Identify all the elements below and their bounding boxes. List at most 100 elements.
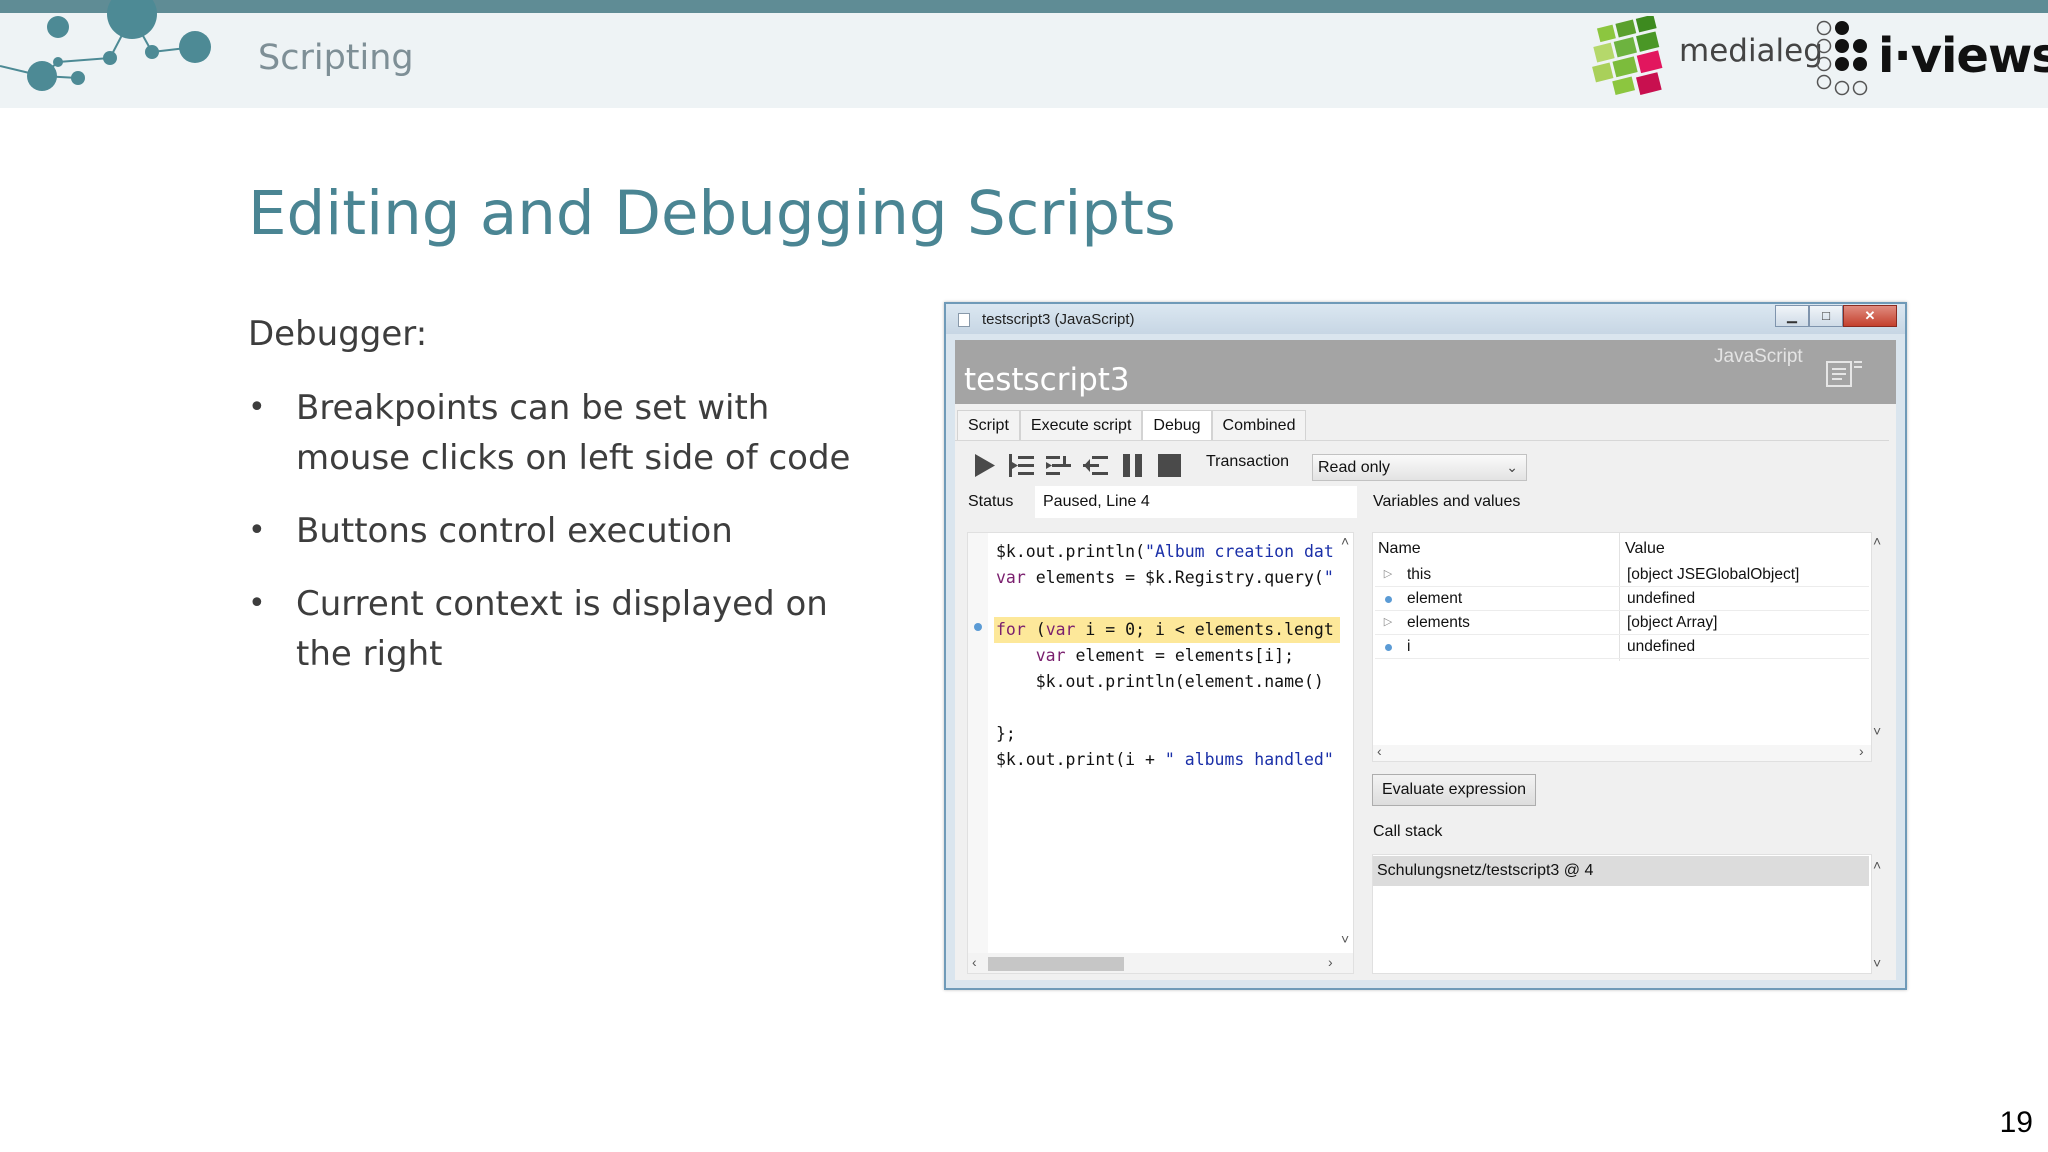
code-line: var element = elements[i]; [1035,646,1295,665]
code-line: var elements = $k.Registry.query(" [996,568,1334,587]
script-banner: testscript3 JavaScript [955,340,1896,404]
maximize-button[interactable]: □ [1809,305,1843,327]
scroll-left-icon[interactable]: ‹ [1377,743,1382,759]
bullet-text: Buttons control execution [296,511,733,551]
call-stack-label: Call stack [1373,823,1443,840]
iviews-brand: i·views [1878,28,2048,84]
scroll-left-icon[interactable]: ‹ [972,954,977,970]
code-line-current: for (var i = 0; i < elements.lengt [994,617,1340,643]
medialeg-brand: medialeg [1679,33,1823,69]
tab-combined[interactable]: Combined [1211,410,1307,441]
scroll-down-icon[interactable]: ˅ [1873,955,1881,971]
code-horizontal-scrollbar[interactable]: ‹ › [968,953,1353,973]
step-into-icon[interactable] [1006,451,1037,480]
variable-row[interactable]: i undefined [1375,635,1869,659]
window-titlebar[interactable]: testscript3 (JavaScript) ▁ □ ✕ [946,304,1905,334]
variable-name: element [1407,590,1463,607]
bullet-icon: • [248,390,266,425]
page-number: 19 [1999,1106,2033,1139]
stop-icon[interactable] [1154,451,1185,480]
variable-row[interactable]: ▷ elements [object Array] [1375,611,1869,635]
scroll-up-icon[interactable]: ˄ [1873,533,1881,549]
header-accent-bar [0,0,2048,13]
tab-debug[interactable]: Debug [1142,410,1212,441]
bullet-item: • Breakpoints can be set with mouse click… [248,383,888,483]
variables-label: Variables and values [1373,493,1521,510]
code-line: }; [996,724,1016,743]
call-stack-item[interactable]: Schulungsnetz/testscript3 @ 4 [1373,856,1869,886]
step-out-icon[interactable] [1080,451,1111,480]
code-vertical-scrollbar[interactable]: ˄ ˅ [1341,533,1353,951]
minimize-button[interactable]: ▁ [1775,305,1809,327]
close-button[interactable]: ✕ [1843,305,1897,327]
scroll-down-icon[interactable]: ˅ [1341,931,1349,947]
transaction-value: Read only [1318,459,1391,476]
code-editor[interactable]: $k.out.println("Album creation dat var e… [967,532,1354,974]
column-value[interactable]: Value [1625,540,1665,558]
variable-name: elements [1407,614,1470,631]
script-language: JavaScript [1714,346,1803,367]
variable-dot-icon [1385,596,1392,603]
evaluate-expression-button[interactable]: Evaluate expression [1372,774,1536,806]
status-label: Status [968,493,1014,510]
breakpoint-gutter[interactable] [968,533,988,953]
scrollbar-thumb[interactable] [988,957,1124,971]
expand-icon[interactable]: ▷ [1383,615,1393,628]
debug-toolbar [969,451,1185,480]
script-editor-window: testscript3 (JavaScript) ▁ □ ✕ testscrip… [944,302,1907,990]
variable-value: undefined [1627,590,1696,607]
section-title: Scripting [258,38,414,78]
code-line: $k.out.println("Album creation dat [996,542,1334,561]
tab-divider [955,440,1889,441]
script-document-icon [1826,361,1862,387]
medialeg-logo-icon [1592,16,1663,95]
pause-icon[interactable] [1117,451,1148,480]
tab-execute-script[interactable]: Execute script [1019,410,1143,441]
variables-horizontal-scrollbar[interactable]: ‹ › [1373,743,1871,761]
bullet-text: Current context is displayed on the righ… [296,584,828,674]
expand-icon[interactable]: ▷ [1383,567,1393,580]
variable-value: [object JSEGlobalObject] [1627,566,1800,583]
transaction-select[interactable]: Read only ⌄ [1312,454,1527,481]
variable-dot-icon [1385,644,1392,651]
intro-text: Debugger: [248,314,428,354]
bullet-item: • Current context is displayed on the rig… [248,579,888,679]
variables-header: Name Value [1373,533,1871,557]
tab-bar: Script Execute script Debug Combined [957,410,1307,441]
window-title: testscript3 (JavaScript) [982,311,1135,328]
bullet-list: • Breakpoints can be set with mouse click… [248,383,888,702]
variables-table[interactable]: Name Value ▷ this [object JSEGlobalObjec… [1372,532,1881,762]
scroll-up-icon[interactable]: ˄ [1341,533,1349,549]
variable-name: i [1407,638,1411,655]
bullet-icon: • [248,513,266,548]
variable-row[interactable]: ▷ this [object JSEGlobalObject] [1375,563,1869,587]
play-icon[interactable] [969,451,1000,480]
chevron-down-icon: ⌄ [1506,459,1518,475]
variable-value: [object Array] [1627,614,1718,631]
slide-title: Editing and Debugging Scripts [248,178,1176,249]
status-field: Paused, Line 4 [1035,486,1357,518]
transaction-label: Transaction [1206,453,1289,470]
script-name: testscript3 [964,362,1130,398]
step-over-icon[interactable] [1043,451,1074,480]
scroll-right-icon[interactable]: › [1328,954,1333,970]
tab-script[interactable]: Script [957,410,1020,441]
iviews-logo-icon [1816,20,1868,96]
network-logo-icon [0,0,211,91]
variable-value: undefined [1627,638,1696,655]
breakpoint-marker-icon[interactable] [974,623,982,631]
bullet-item: • Buttons control execution [248,506,888,556]
window-content: testscript3 JavaScript Script Execute sc… [955,340,1896,980]
call-stack-list[interactable]: Schulungsnetz/testscript3 @ 4 ˄ ˅ [1372,854,1881,974]
scroll-right-icon[interactable]: › [1859,743,1864,759]
scroll-down-icon[interactable]: ˅ [1873,723,1881,739]
window-app-icon [958,313,970,327]
variable-name: this [1407,566,1432,583]
code-line: $k.out.println(element.name() [996,672,1324,691]
scroll-up-icon[interactable]: ˄ [1873,857,1881,873]
variable-row[interactable]: element undefined [1375,587,1869,611]
column-name[interactable]: Name [1378,540,1421,558]
bullet-text: Breakpoints can be set with mouse clicks… [296,388,851,478]
